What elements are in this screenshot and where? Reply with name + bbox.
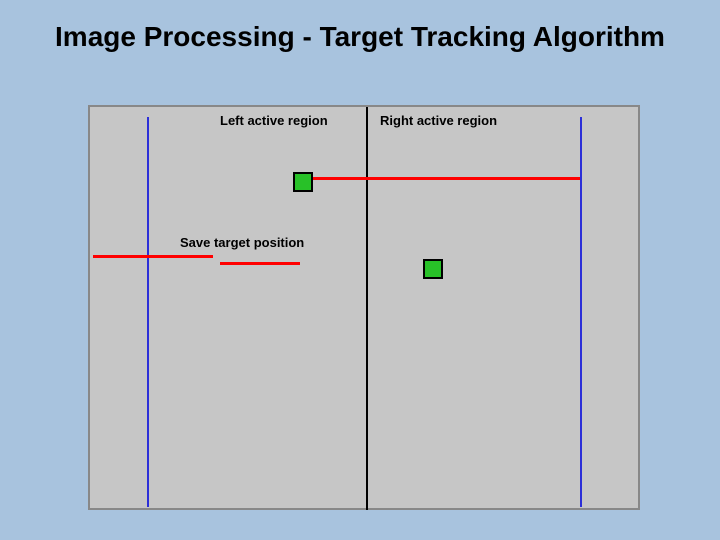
scan-line-short (220, 262, 300, 265)
target-marker-right (423, 259, 443, 279)
right-boundary-line (580, 117, 582, 507)
diagram-frame: Left active region Right active region S… (88, 105, 640, 510)
scan-line-left (93, 255, 213, 258)
target-marker-left (293, 172, 313, 192)
page-title: Image Processing - Target Tracking Algor… (0, 20, 720, 54)
label-left-region: Left active region (220, 113, 328, 128)
label-right-region: Right active region (380, 113, 497, 128)
center-divider-line (366, 107, 368, 510)
label-save-position: Save target position (180, 235, 304, 250)
scan-line-upper (295, 177, 580, 180)
left-boundary-line (147, 117, 149, 507)
